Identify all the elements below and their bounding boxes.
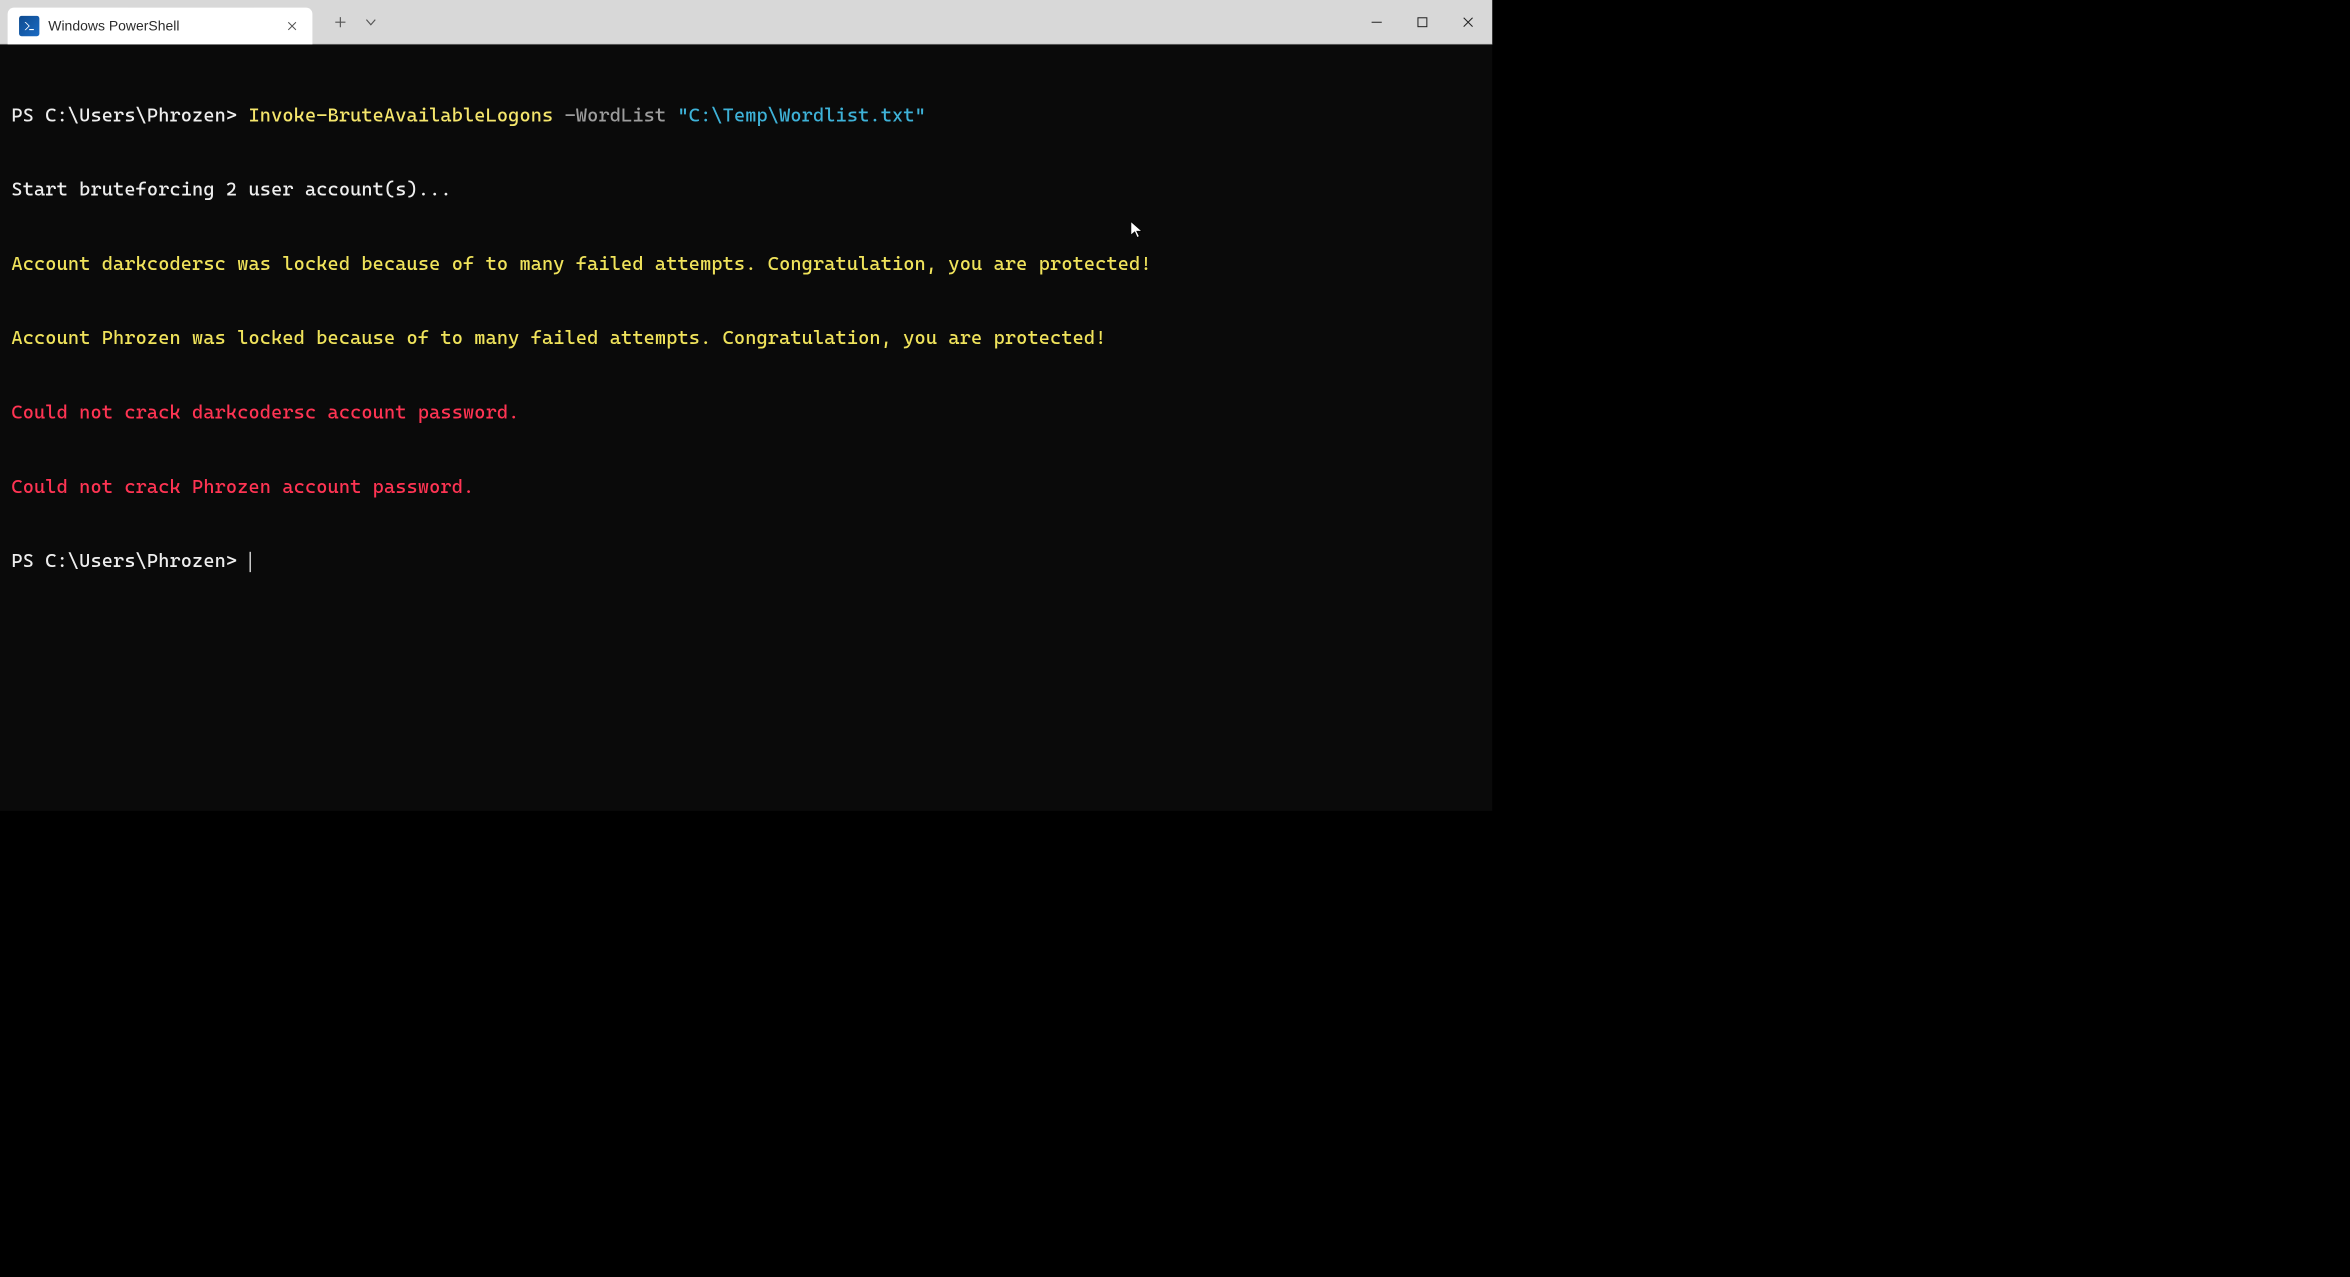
text-cursor-icon [250,552,251,572]
mouse-cursor-icon [1130,221,1143,239]
warning-line: Account Phrozen was locked because of to… [11,326,1480,351]
tab-actions [325,0,386,44]
warning-line: Account darkcodersc was locked because o… [11,251,1480,276]
prompt-text: PS C:\Users\Phrozen> [11,550,248,572]
command-text: Invoke-BruteAvailableLogons [249,104,565,126]
error-line: Could not crack Phrozen account password… [11,474,1480,499]
minimize-button[interactable] [1354,3,1400,40]
terminal-output[interactable]: PS C:\Users\Phrozen> Invoke-BruteAvailab… [0,44,1492,810]
tabs-area: Windows PowerShell [0,0,386,44]
param-text: -WordList [565,104,678,126]
command-line: PS C:\Users\Phrozen> Invoke-BruteAvailab… [11,103,1480,128]
string-text: "C:\Temp\Wordlist.txt" [677,104,925,126]
error-line: Could not crack darkcodersc account pass… [11,400,1480,425]
tab-title: Windows PowerShell [48,17,284,34]
powershell-icon [19,16,39,36]
close-tab-button[interactable] [284,18,299,33]
maximize-button[interactable] [1400,3,1446,40]
new-tab-button[interactable] [325,7,355,37]
tab-powershell[interactable]: Windows PowerShell [8,7,313,44]
prompt-line: PS C:\Users\Phrozen> [11,549,1480,574]
window-controls [1354,0,1491,44]
tab-dropdown-button[interactable] [356,7,386,37]
titlebar: Windows PowerShell [0,0,1492,44]
prompt-text: PS C:\Users\Phrozen> [11,104,248,126]
output-line: Start bruteforcing 2 user account(s)... [11,177,1480,202]
close-window-button[interactable] [1445,3,1491,40]
